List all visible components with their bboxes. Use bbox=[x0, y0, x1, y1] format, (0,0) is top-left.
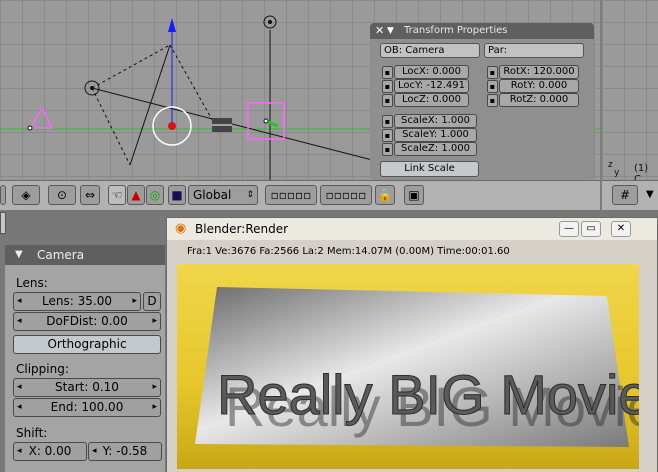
render-window-title: Blender:Render bbox=[195, 222, 289, 236]
hand-manipulator-icon[interactable]: ☜ bbox=[108, 185, 126, 205]
lock-scalex-icon[interactable]: ▪ bbox=[382, 115, 393, 128]
lock-rotx-icon[interactable]: ▪ bbox=[487, 66, 498, 79]
maximize-button[interactable]: ▭ bbox=[581, 221, 601, 237]
lens-field[interactable]: ◂ Lens: 35.00 ▸ bbox=[13, 292, 141, 311]
lock-locy-icon[interactable]: ▪ bbox=[382, 80, 393, 93]
scaley-field[interactable]: ScaleY: 1.000 bbox=[394, 128, 477, 142]
close-icon[interactable]: ✕ bbox=[375, 23, 384, 39]
clip-end-value: End: 100.00 bbox=[50, 400, 124, 414]
decrement-arrow-icon[interactable]: ◂ bbox=[17, 379, 22, 396]
link-scale-button[interactable]: Link Scale bbox=[380, 161, 479, 177]
parent-field[interactable]: Par: bbox=[484, 43, 584, 58]
lock-locz-icon[interactable]: ▪ bbox=[382, 94, 393, 107]
camera-panel-title: Camera bbox=[37, 248, 85, 262]
dofdist-value: DoFDist: 0.00 bbox=[46, 314, 128, 328]
axis-z-label: z bbox=[608, 160, 613, 170]
lens-degrees-toggle[interactable]: D bbox=[143, 292, 161, 311]
shift-y-field[interactable]: ◂ Y: -0.58 bbox=[88, 442, 162, 461]
lock-rotz-icon[interactable]: ▪ bbox=[487, 94, 498, 107]
transform-panel-title: Transform Properties bbox=[404, 25, 508, 36]
transform-properties-panel: ✕ ▼ Transform Properties OB: Camera Par:… bbox=[370, 23, 594, 180]
clip-end-field[interactable]: ◂ End: 100.00 ▸ bbox=[13, 398, 161, 417]
decrement-arrow-icon[interactable]: ◂ bbox=[92, 443, 97, 460]
shift-label: Shift: bbox=[16, 426, 48, 440]
decrement-arrow-icon[interactable]: ◂ bbox=[17, 313, 22, 330]
locx-field[interactable]: LocX: 0.000 bbox=[394, 65, 469, 79]
increment-arrow-icon[interactable]: ▸ bbox=[152, 379, 157, 396]
decrement-arrow-icon[interactable]: ◂ bbox=[17, 399, 22, 416]
rotx-field[interactable]: RotX: 120.000 bbox=[499, 65, 579, 79]
camera-panel: ▼ Camera Lens: ◂ Lens: 35.00 ▸ D ◂ DoFDi… bbox=[5, 245, 165, 472]
lens-value: Lens: 35.00 bbox=[42, 294, 112, 308]
collapse-triangle-icon[interactable]: ▼ bbox=[387, 23, 394, 39]
render-window: ◉ Blender:Render — ▭ ✕ Fra:1 Ve:3676 Fa:… bbox=[166, 217, 658, 472]
collapse-triangle-icon[interactable]: ▼ bbox=[15, 245, 23, 265]
secondary-header: # ▼ bbox=[602, 180, 658, 210]
render-window-titlebar[interactable]: ◉ Blender:Render — ▭ ✕ bbox=[167, 218, 657, 240]
scale-icon[interactable]: ■ bbox=[168, 185, 186, 205]
select-arrows-icon: ⇕ bbox=[246, 190, 254, 200]
pivot-icon[interactable]: ⊙ bbox=[48, 185, 76, 205]
layers-row-2[interactable]: ▫▫▫▫▫ bbox=[320, 185, 372, 205]
render-preview-icon[interactable]: ▣ bbox=[404, 185, 424, 205]
dropdown-arrow-icon[interactable]: ▼ bbox=[646, 189, 654, 200]
lens-label: Lens: bbox=[16, 276, 48, 290]
roty-field[interactable]: RotY: 0.000 bbox=[499, 79, 579, 93]
render-stats: Fra:1 Ve:3676 Fa:2566 La:2 Mem:14.07M (0… bbox=[187, 246, 510, 257]
lock-roty-icon[interactable]: ▪ bbox=[487, 80, 498, 93]
grid-icon[interactable]: # bbox=[612, 185, 638, 205]
header-edge bbox=[0, 185, 6, 205]
panel-tab-edge[interactable] bbox=[0, 212, 6, 234]
lock-locx-icon[interactable]: ▪ bbox=[382, 66, 393, 79]
rotate-icon[interactable]: ◎ bbox=[146, 185, 164, 205]
rendered-image: Really BIG Movie Really BIG Movie bbox=[177, 264, 658, 469]
minimize-button[interactable]: — bbox=[559, 221, 579, 237]
secondary-viewport[interactable]: z y (1) C bbox=[602, 0, 658, 185]
transform-arrows-icon[interactable]: ⇔ bbox=[80, 185, 100, 205]
lock-layers-icon[interactable]: 🔒 bbox=[375, 185, 395, 205]
rotz-field[interactable]: RotZ: 0.000 bbox=[499, 93, 579, 107]
render-text: Really BIG Movie bbox=[217, 363, 639, 426]
orientation-value: Global bbox=[193, 188, 232, 202]
close-button[interactable]: ✕ bbox=[611, 221, 631, 237]
scalez-field[interactable]: ScaleZ: 1.000 bbox=[394, 142, 477, 156]
clip-start-value: Start: 0.10 bbox=[55, 380, 119, 394]
object-name-field[interactable]: OB: Camera bbox=[380, 43, 480, 58]
render-window-body: Fra:1 Ve:3676 Fa:2566 La:2 Mem:14.07M (0… bbox=[167, 240, 658, 472]
lock-scaley-icon[interactable]: ▪ bbox=[382, 129, 393, 142]
blender-logo-icon: ◉ bbox=[175, 221, 187, 236]
decrement-arrow-icon[interactable]: ◂ bbox=[17, 293, 22, 310]
locy-field[interactable]: LocY: -12.491 bbox=[394, 79, 469, 93]
increment-arrow-icon[interactable]: ▸ bbox=[152, 313, 157, 330]
viewport-header: ◈ ⊙ ⇔ ☜ ▲ ◎ ■ Global ⇕ ▫▫▫▫▫ ▫▫▫▫▫ 🔒 ▣ bbox=[0, 180, 600, 210]
camera-panel-header[interactable]: ▼ Camera bbox=[5, 245, 165, 265]
dofdist-field[interactable]: ◂ DoFDist: 0.00 ▸ bbox=[13, 312, 161, 331]
orthographic-button[interactable]: Orthographic bbox=[13, 335, 161, 354]
object-mode-icon[interactable]: ◈ bbox=[12, 185, 40, 205]
lock-scalez-icon[interactable]: ▪ bbox=[382, 143, 393, 156]
render-scene: Really BIG Movie Really BIG Movie bbox=[195, 287, 658, 447]
shift-x-value: X: 0.00 bbox=[28, 444, 72, 458]
increment-arrow-icon[interactable]: ▸ bbox=[152, 399, 157, 416]
clip-start-field[interactable]: ◂ Start: 0.10 ▸ bbox=[13, 378, 161, 397]
shift-x-field[interactable]: ◂ X: 0.00 bbox=[13, 442, 87, 461]
translate-icon[interactable]: ▲ bbox=[127, 185, 145, 205]
locz-field[interactable]: LocZ: 0.000 bbox=[394, 93, 469, 107]
increment-arrow-icon[interactable]: ▸ bbox=[132, 293, 137, 310]
shift-y-value: Y: -0.58 bbox=[102, 444, 148, 458]
axis-y-label: y bbox=[614, 168, 620, 178]
transform-panel-header[interactable]: ✕ ▼ Transform Properties bbox=[370, 23, 594, 39]
scalex-field[interactable]: ScaleX: 1.000 bbox=[394, 114, 477, 128]
clipping-label: Clipping: bbox=[16, 362, 69, 376]
decrement-arrow-icon[interactable]: ◂ bbox=[17, 443, 22, 460]
orientation-select[interactable]: Global ⇕ bbox=[188, 185, 258, 205]
layers-row-1[interactable]: ▫▫▫▫▫ bbox=[265, 185, 317, 205]
